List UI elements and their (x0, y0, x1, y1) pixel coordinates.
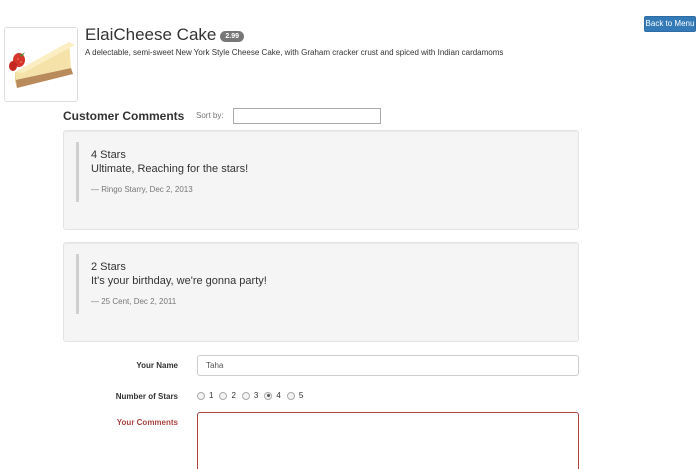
radio-label: 4 (276, 391, 281, 400)
radio-label: 1 (209, 391, 214, 400)
radio-label: 3 (253, 391, 259, 400)
comment-card: 4 Stars Ultimate, Reaching for the stars… (63, 130, 579, 230)
stars-radio-group: 1 2 3 4 5 (197, 391, 309, 400)
comment-author-date: — 25 Cent, Dec 2, 2011 (91, 297, 177, 306)
back-to-menu-button[interactable]: Back to Menu (644, 16, 696, 32)
price-badge: 2.99 (220, 30, 244, 42)
dish-title-row: ElaiCheese Cake 2.99 (85, 25, 244, 45)
radio-label: 2 (231, 391, 236, 400)
comment-text: It's your birthday, we're gonna party! (91, 275, 267, 287)
radio-button[interactable] (286, 391, 295, 400)
comment-card: 2 Stars It's your birthday, we're gonna … (63, 242, 579, 342)
star-option-3[interactable]: 3 (241, 391, 259, 400)
star-option-5[interactable]: 5 (286, 391, 304, 400)
comment-blockquote: 4 Stars Ultimate, Reaching for the stars… (76, 142, 566, 202)
comments-label: Your Comments (116, 418, 178, 427)
radio-label: 5 (298, 391, 304, 400)
comment-blockquote: 2 Stars It's your birthday, we're gonna … (76, 254, 566, 314)
sort-label: Sort by: (196, 111, 224, 120)
radio-button[interactable] (241, 391, 250, 400)
sort-input[interactable] (233, 108, 381, 124)
comment-stars: 2 Stars (91, 261, 126, 273)
comment-author-date: — Ringo Starry, Dec 2, 2013 (91, 185, 193, 194)
comments-textarea[interactable] (197, 412, 579, 469)
comments-heading: Customer Comments (63, 109, 185, 123)
star-option-1[interactable]: 1 (197, 391, 213, 400)
cheesecake-image (5, 28, 77, 101)
comment-stars: 4 Stars (91, 149, 126, 161)
star-option-2[interactable]: 2 (219, 391, 236, 400)
dish-description: A delectable, semi-sweet New York Style … (85, 48, 504, 57)
comment-text: Ultimate, Reaching for the stars! (91, 163, 249, 175)
star-option-4[interactable]: 4 (264, 391, 281, 400)
radio-button-selected[interactable] (264, 391, 273, 400)
stars-label: Number of Stars (115, 392, 178, 401)
name-input[interactable] (197, 355, 579, 376)
radio-button[interactable] (219, 391, 228, 400)
name-label: Your Name (136, 361, 178, 370)
radio-button[interactable] (197, 391, 205, 400)
dish-thumbnail (4, 27, 78, 102)
dish-name: ElaiCheese Cake (85, 25, 217, 44)
